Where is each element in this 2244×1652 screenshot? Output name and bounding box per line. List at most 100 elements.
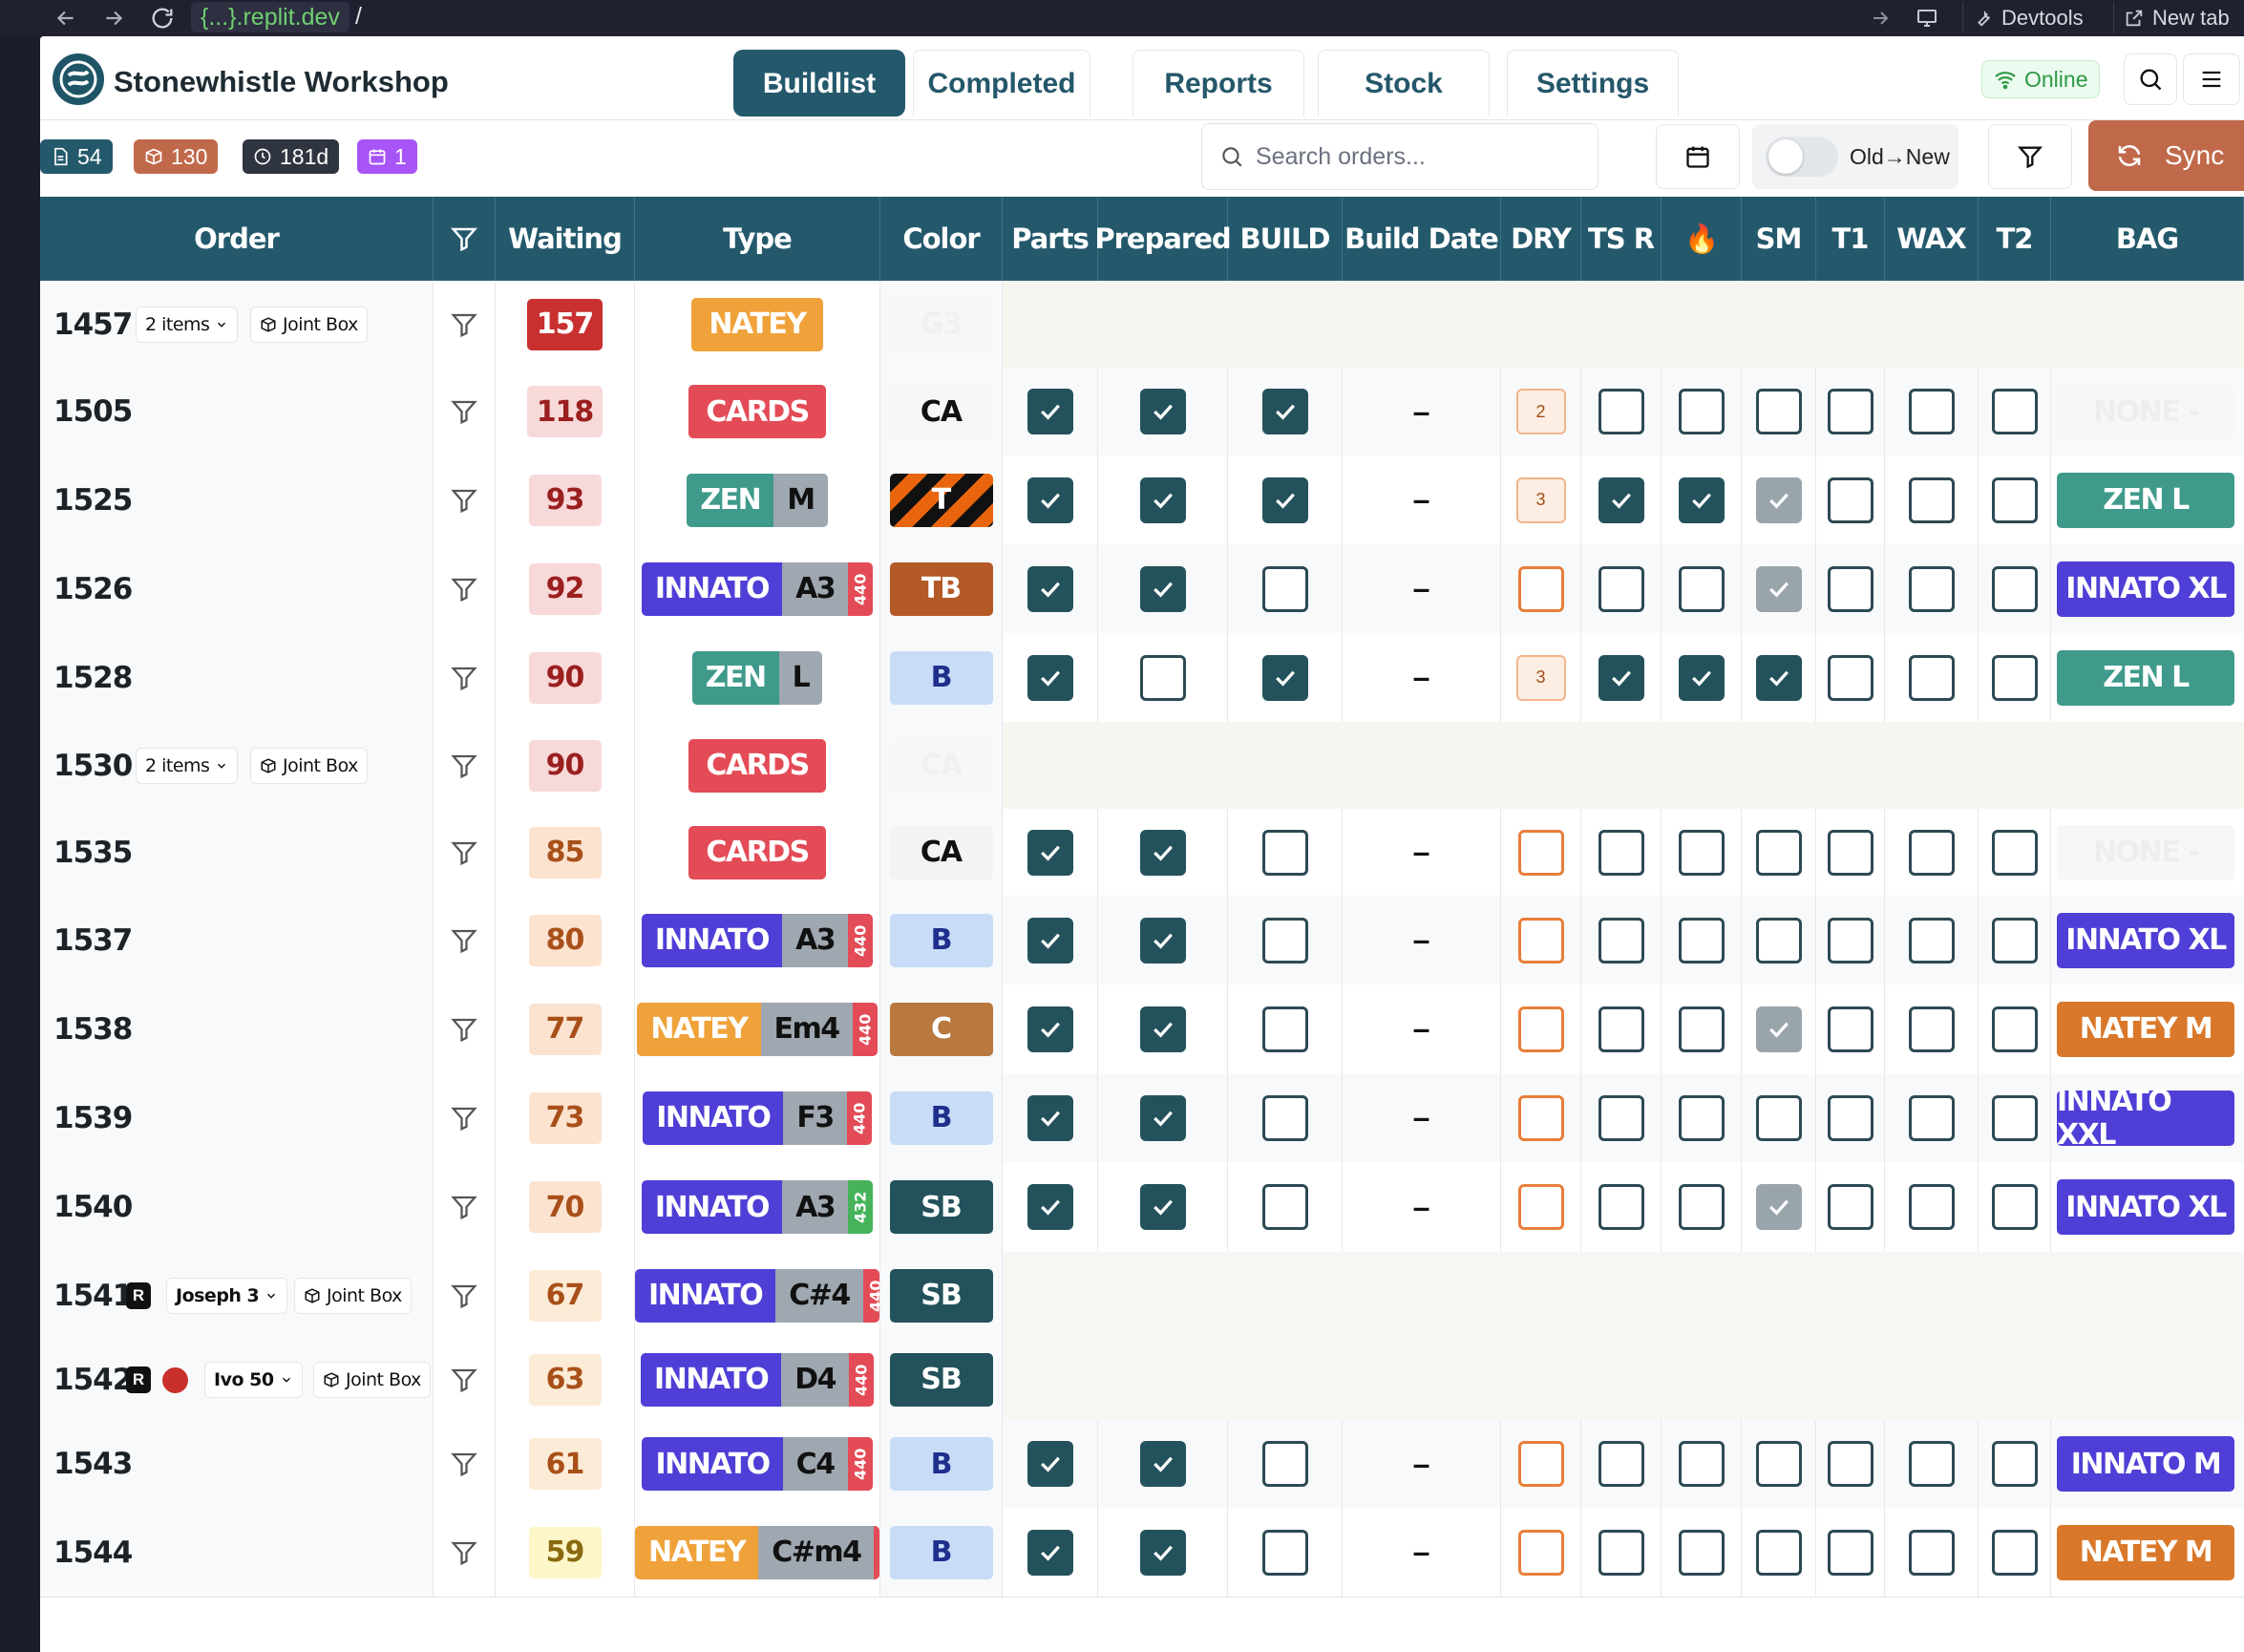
- table-row[interactable]: 1538 77 NATEY Em4 440 C – NATEY M: [40, 985, 2244, 1073]
- t1-checkbox[interactable]: [1827, 1529, 1874, 1576]
- t2-checkbox[interactable]: [1991, 565, 2038, 612]
- col-build-date-header[interactable]: Build Date: [1343, 197, 1501, 281]
- prepared-checkbox[interactable]: [1139, 1529, 1186, 1576]
- filter-cell[interactable]: [434, 455, 496, 544]
- col-fire-header[interactable]: 🔥: [1662, 197, 1742, 281]
- bag-label[interactable]: ZEN L: [2057, 649, 2234, 706]
- table-row[interactable]: 1457 2 items Joint Box 157 NATEY G3: [40, 281, 2244, 368]
- prepared-checkbox[interactable]: [1139, 1094, 1186, 1141]
- search-box[interactable]: [1201, 123, 1598, 190]
- fire-checkbox[interactable]: [1678, 654, 1725, 701]
- bag-label[interactable]: INNATO XL: [2057, 912, 2234, 968]
- instrument-type[interactable]: NATEY: [691, 297, 823, 351]
- items-dropdown[interactable]: 2 items: [136, 306, 239, 343]
- wax-checkbox[interactable]: [1908, 917, 1955, 964]
- sync-button[interactable]: Sync: [2088, 120, 2244, 191]
- build-checkbox[interactable]: [1261, 829, 1308, 876]
- col-waiting-header[interactable]: Waiting: [496, 197, 635, 281]
- filter-cell[interactable]: [434, 1073, 496, 1162]
- prepared-checkbox[interactable]: [1139, 565, 1186, 612]
- order-number[interactable]: 1505: [53, 394, 133, 429]
- table-row[interactable]: 1505 118 CARDS CA – 2 NONE -: [40, 368, 2244, 455]
- fire-checkbox[interactable]: [1678, 829, 1725, 876]
- tsr-checkbox[interactable]: [1598, 1441, 1644, 1487]
- col-wax-header[interactable]: WAX: [1885, 197, 1979, 281]
- sm-checkbox[interactable]: [1755, 1529, 1802, 1576]
- filter-cell[interactable]: [434, 1252, 496, 1339]
- parts-checkbox[interactable]: [1027, 1006, 1073, 1052]
- table-row[interactable]: 1528 90 ZEN L B – 3 ZEN L: [40, 633, 2244, 722]
- wax-checkbox[interactable]: [1908, 477, 1955, 523]
- tab-buildlist[interactable]: Buildlist: [733, 50, 905, 116]
- t2-checkbox[interactable]: [1991, 1094, 2038, 1141]
- bag-label[interactable]: INNATO XL: [2057, 561, 2234, 617]
- t2-checkbox[interactable]: [1991, 829, 2038, 876]
- filter-cell[interactable]: [434, 544, 496, 633]
- fire-checkbox[interactable]: [1678, 1184, 1725, 1230]
- filter-cell[interactable]: [434, 368, 496, 455]
- parts-checkbox[interactable]: [1027, 829, 1073, 876]
- parts-checkbox[interactable]: [1027, 1184, 1073, 1230]
- reload-icon[interactable]: [149, 3, 176, 33]
- tab-completed[interactable]: Completed: [913, 50, 1090, 116]
- table-row[interactable]: 1544 59 NATEY C#m4 440 B – NATEY M: [40, 1508, 2244, 1597]
- tab-reports[interactable]: Reports: [1133, 50, 1304, 116]
- table-row[interactable]: 1530 2 items Joint Box 90 CARDS CA: [40, 722, 2244, 809]
- dry-counter[interactable]: [1517, 1094, 1564, 1141]
- col-sm-header[interactable]: SM: [1742, 197, 1816, 281]
- prepared-checkbox[interactable]: [1139, 654, 1186, 701]
- build-checkbox[interactable]: [1261, 1094, 1308, 1141]
- fire-checkbox[interactable]: [1678, 477, 1725, 523]
- t1-checkbox[interactable]: [1827, 829, 1874, 876]
- filter-cell[interactable]: [434, 1420, 496, 1508]
- table-row[interactable]: 1537 80 INNATO A3 440 B – INNATO XL: [40, 896, 2244, 985]
- order-number[interactable]: 1543: [53, 1447, 133, 1481]
- filter-cell[interactable]: [434, 1508, 496, 1597]
- order-number[interactable]: 1544: [53, 1536, 133, 1570]
- dry-counter[interactable]: 3: [1515, 654, 1566, 701]
- build-checkbox[interactable]: [1261, 917, 1308, 964]
- bag-label[interactable]: INNATO XXL: [2057, 1085, 2234, 1152]
- instrument-type[interactable]: INNATO C4 440: [642, 1437, 873, 1491]
- prepared-checkbox[interactable]: [1139, 477, 1186, 523]
- col-bag-header[interactable]: BAG: [2051, 197, 2244, 281]
- sm-checkbox[interactable]: [1755, 654, 1802, 701]
- col-parts-header[interactable]: Parts: [1003, 197, 1098, 281]
- filter-button[interactable]: [1988, 124, 2072, 189]
- items-dropdown[interactable]: 2 items: [136, 747, 239, 784]
- dry-counter[interactable]: [1517, 1529, 1564, 1576]
- prepared-checkbox[interactable]: [1139, 1006, 1186, 1052]
- bag-label[interactable]: INNATO M: [2057, 1436, 2234, 1492]
- joint-box-button[interactable]: Joint Box: [250, 306, 368, 343]
- wax-checkbox[interactable]: [1908, 1006, 1955, 1052]
- filter-cell[interactable]: [434, 1162, 496, 1252]
- instrument-type[interactable]: NATEY Em4 440: [637, 1002, 878, 1056]
- filter-cell[interactable]: [434, 1339, 496, 1420]
- dry-counter[interactable]: [1517, 917, 1564, 964]
- customer-dropdown[interactable]: Joseph 3: [166, 1277, 288, 1314]
- t1-checkbox[interactable]: [1827, 1006, 1874, 1052]
- order-number[interactable]: 1541: [53, 1279, 133, 1313]
- col-filter-header[interactable]: [434, 197, 496, 281]
- fire-checkbox[interactable]: [1678, 1094, 1725, 1141]
- fire-checkbox[interactable]: [1678, 1529, 1725, 1576]
- parts-checkbox[interactable]: [1027, 1094, 1073, 1141]
- instrument-type[interactable]: ZEN M: [687, 473, 828, 527]
- wax-checkbox[interactable]: [1908, 389, 1955, 434]
- t1-checkbox[interactable]: [1827, 654, 1874, 701]
- instrument-type[interactable]: CARDS: [688, 385, 826, 438]
- customer-dropdown[interactable]: Ivo 50: [204, 1361, 303, 1398]
- fire-checkbox[interactable]: [1678, 917, 1725, 964]
- sort-toggle[interactable]: Old→New: [1752, 124, 1958, 189]
- build-checkbox[interactable]: [1261, 565, 1308, 612]
- t2-checkbox[interactable]: [1991, 389, 2038, 434]
- table-row[interactable]: 1535 85 CARDS CA – NONE -: [40, 809, 2244, 896]
- filter-cell[interactable]: [434, 633, 496, 722]
- t2-checkbox[interactable]: [1991, 654, 2038, 701]
- col-tsr-header[interactable]: TS R: [1581, 197, 1662, 281]
- order-number[interactable]: 1539: [53, 1101, 133, 1135]
- sm-checkbox[interactable]: [1755, 565, 1802, 612]
- instrument-type[interactable]: INNATO A3 440: [641, 913, 874, 967]
- sm-checkbox[interactable]: [1755, 477, 1802, 523]
- forward-icon[interactable]: [101, 3, 126, 33]
